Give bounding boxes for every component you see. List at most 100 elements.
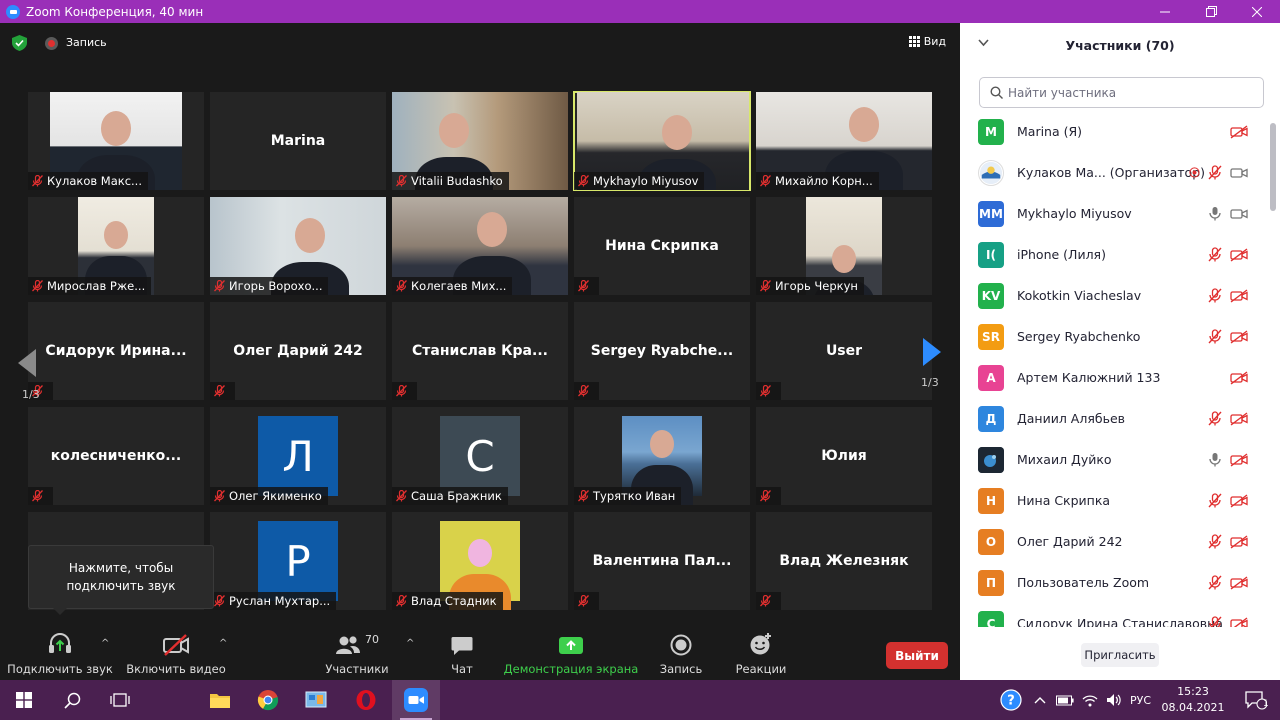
tile-name-tag: Руслан Мухтар... — [210, 592, 337, 610]
video-off-icon[interactable] — [1230, 493, 1248, 508]
reactions-button[interactable]: Реакции — [734, 626, 788, 680]
task-view-button[interactable] — [96, 680, 144, 720]
video-tile[interactable]: С Саша Бражник — [392, 407, 568, 505]
participant-row[interactable]: Н Нина Скрипка — [960, 480, 1270, 521]
minimize-button[interactable] — [1142, 0, 1188, 23]
video-off-icon[interactable] — [1230, 616, 1248, 627]
video-off-icon[interactable] — [1230, 288, 1248, 303]
video-on-icon[interactable] — [1230, 207, 1248, 221]
clock[interactable]: 15:23 08.04.2021 — [1158, 684, 1228, 716]
video-tile[interactable]: Игорь Черкун — [756, 197, 932, 295]
participants-button[interactable]: 70 Участники — [324, 626, 390, 680]
next-page-button[interactable]: 1/3 — [902, 305, 960, 397]
video-tile[interactable]: Турятко Иван — [574, 407, 750, 505]
video-options-caret[interactable]: ^ — [219, 638, 227, 649]
video-tile[interactable]: Юлия — [756, 407, 932, 505]
connect-audio-button[interactable]: Подключить звук — [7, 626, 113, 680]
zoom-icon — [404, 688, 428, 712]
search-taskbar-button[interactable] — [48, 680, 96, 720]
chat-button[interactable]: Чат — [444, 626, 480, 680]
close-window-button[interactable] — [1234, 0, 1280, 23]
invite-button[interactable]: Пригласить — [1081, 643, 1159, 667]
previous-page-button[interactable]: 1/3 — [12, 335, 60, 421]
notifications-button[interactable]: 1 — [1232, 680, 1280, 720]
input-language[interactable]: РУС — [1130, 694, 1151, 707]
video-tile[interactable]: Михайло Корн... — [756, 92, 932, 190]
share-screen-button[interactable]: Демонстрация экрана — [504, 626, 638, 680]
video-tile[interactable]: Влад Стадник — [392, 512, 568, 610]
participant-row[interactable]: Михаил Дуйко — [960, 439, 1270, 480]
mic-muted-icon[interactable] — [1208, 534, 1222, 549]
participant-row[interactable]: Кулаков Ма... (Организатор) — [960, 152, 1270, 193]
participant-row[interactable]: MM Mykhaylo Miyusov — [960, 193, 1270, 234]
video-tile[interactable]: Marina — [210, 92, 386, 190]
participant-row[interactable]: О Олег Дарий 242 — [960, 521, 1270, 562]
participant-row[interactable]: Д Даниил Алябьев — [960, 398, 1270, 439]
participant-list-scrollbar[interactable] — [1270, 123, 1276, 211]
video-tile[interactable]: Влад Железняк — [756, 512, 932, 610]
leave-meeting-button[interactable]: Выйти — [886, 642, 948, 669]
participant-row[interactable]: SR Sergey Ryabchenko — [960, 316, 1270, 357]
participant-row[interactable]: M Marina (Я) — [960, 111, 1270, 152]
video-tile[interactable]: Кулаков Макс... — [28, 92, 204, 190]
file-explorer-button[interactable] — [196, 680, 244, 720]
security-shield-icon[interactable] — [12, 35, 27, 51]
video-tile[interactable]: Мирослав Рже... — [28, 197, 204, 295]
video-tile[interactable]: Р Руслан Мухтар... — [210, 512, 386, 610]
participant-row[interactable]: KV Kokotkin Viacheslav — [960, 275, 1270, 316]
show-hidden-icons-icon[interactable] — [1034, 696, 1046, 704]
video-off-icon[interactable] — [1230, 329, 1248, 344]
participant-row[interactable]: С Сидорук Ирина Станиславовна — [960, 603, 1270, 627]
video-tile[interactable]: колесниченко... — [28, 407, 204, 505]
video-tile[interactable]: Олег Дарий 242 — [210, 302, 386, 400]
mic-muted-icon[interactable] — [1208, 411, 1222, 426]
participant-search-input[interactable] — [1008, 85, 1248, 100]
video-on-icon[interactable] — [1230, 166, 1248, 180]
video-tile[interactable]: Игорь Ворохо... — [210, 197, 386, 295]
participant-row[interactable]: П Пользователь Zoom — [960, 562, 1270, 603]
video-tile[interactable]: Валентина Пал... — [574, 512, 750, 610]
mic-muted-icon[interactable] — [1208, 329, 1222, 344]
audio-options-caret[interactable]: ^ — [101, 638, 109, 649]
view-button[interactable]: Вид — [908, 35, 946, 48]
video-off-icon[interactable] — [1230, 534, 1248, 549]
video-tile[interactable]: Mykhaylo Miyusov — [573, 91, 751, 191]
chrome-button[interactable] — [244, 680, 292, 720]
volume-icon[interactable] — [1106, 693, 1122, 707]
video-tile[interactable]: Л Олег Якименко — [210, 407, 386, 505]
video-off-icon[interactable] — [1230, 370, 1248, 385]
video-tile[interactable]: Sergey Ryabche... — [574, 302, 750, 400]
control-panel-button[interactable] — [292, 680, 340, 720]
mic-muted-icon[interactable] — [1208, 616, 1222, 627]
mic-muted-icon[interactable] — [1208, 493, 1222, 508]
participant-row[interactable]: А Артем Калюжний 133 — [960, 357, 1270, 398]
record-button[interactable]: Запись — [656, 626, 706, 680]
wifi-icon[interactable] — [1082, 693, 1098, 707]
mic-muted-icon[interactable] — [1208, 247, 1222, 262]
mic-icon[interactable] — [1208, 206, 1222, 221]
mic-muted-icon[interactable] — [1208, 575, 1222, 590]
start-button[interactable] — [0, 680, 48, 720]
battery-icon[interactable] — [1056, 694, 1074, 706]
video-tile[interactable]: Колегаев Мих... — [392, 197, 568, 295]
title-bar: Zoom Конференция, 40 мин — [0, 0, 1280, 23]
mic-muted-icon[interactable] — [1208, 288, 1222, 303]
video-tile[interactable]: Станислав Кра... — [392, 302, 568, 400]
participant-row[interactable]: I(iPhone (Лиля) — [960, 234, 1270, 275]
video-off-icon[interactable] — [1230, 575, 1248, 590]
mic-icon[interactable] — [1208, 452, 1222, 467]
zoom-taskbar-button[interactable] — [392, 680, 440, 720]
help-icon[interactable]: ? — [1000, 689, 1022, 711]
video-off-icon[interactable] — [1230, 124, 1248, 139]
opera-button[interactable] — [342, 680, 390, 720]
participants-options-caret[interactable]: ^ — [406, 638, 414, 649]
mic-muted-icon — [214, 280, 225, 292]
start-video-button[interactable]: Включить видео — [126, 626, 226, 680]
video-off-icon[interactable] — [1230, 247, 1248, 262]
video-tile[interactable]: Vitalii Budashko — [392, 92, 568, 190]
video-off-icon[interactable] — [1230, 452, 1248, 467]
mic-muted-icon[interactable] — [1208, 165, 1222, 180]
restore-button[interactable] — [1188, 0, 1234, 23]
video-off-icon[interactable] — [1230, 411, 1248, 426]
video-tile[interactable]: Нина Скрипка — [574, 197, 750, 295]
